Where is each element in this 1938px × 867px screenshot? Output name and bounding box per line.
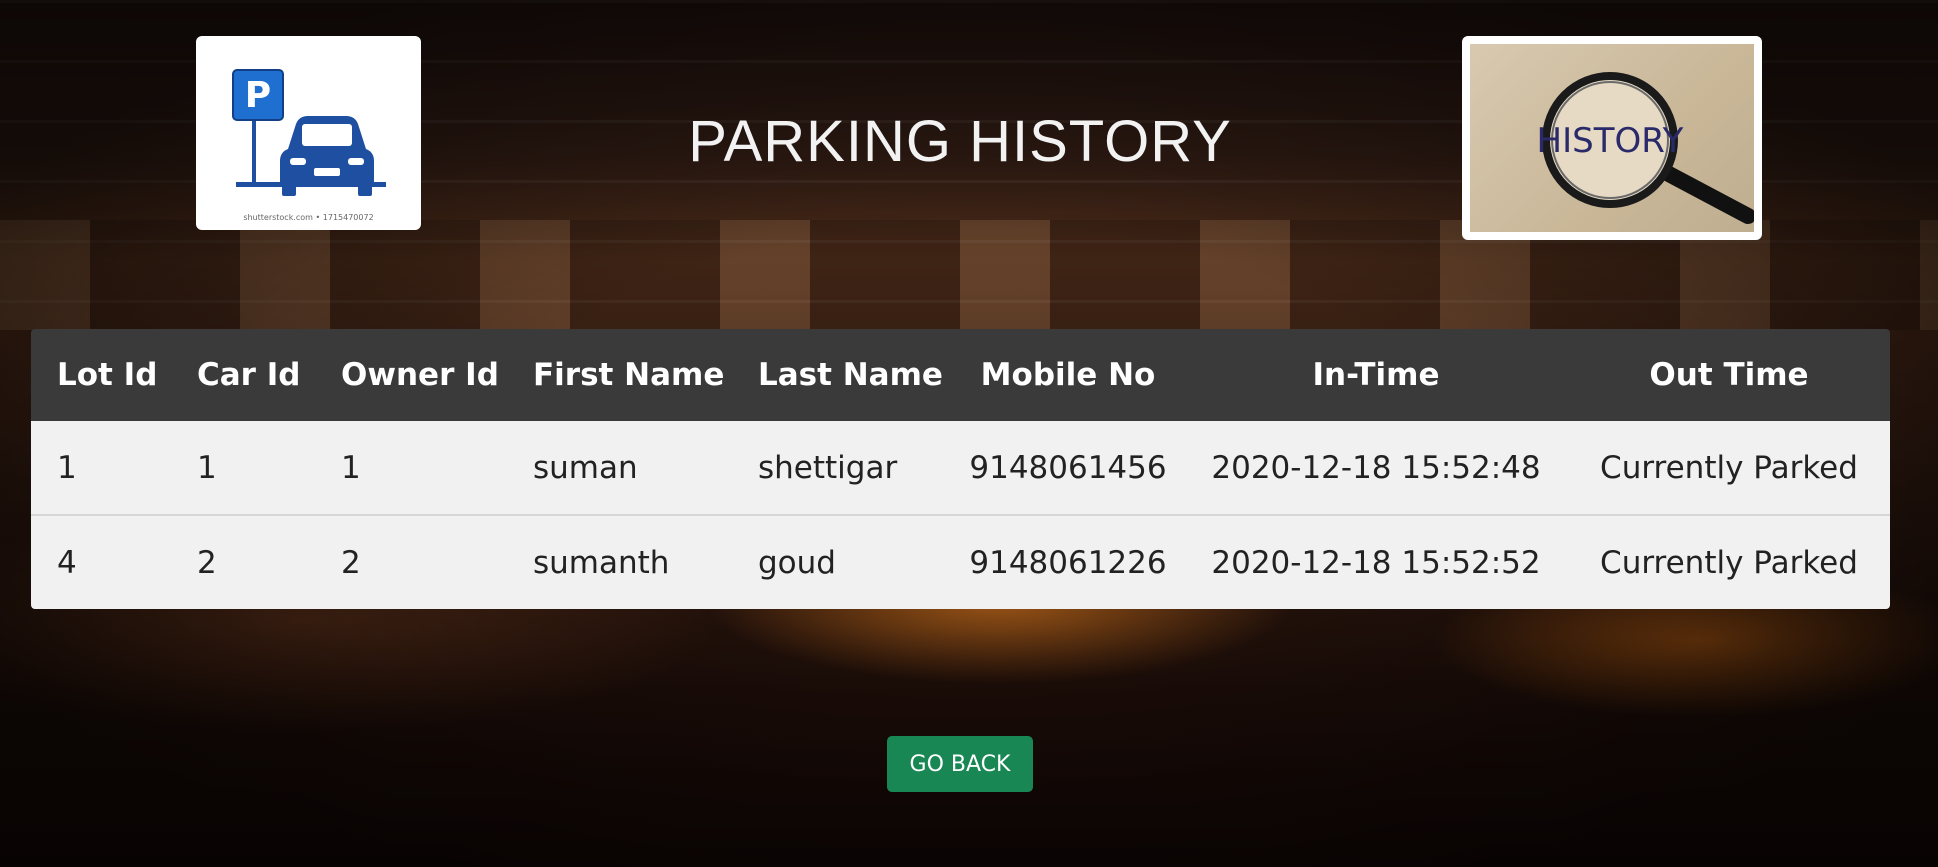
logo-caption: shutterstock.com • 1715470072: [243, 213, 374, 222]
parking-sign-letter: P: [245, 75, 271, 116]
history-image-background: HISTORY: [1470, 44, 1754, 232]
cell-mobile-no: 9148061226: [952, 514, 1184, 609]
cell-owner-id: 1: [341, 449, 361, 486]
table-row: 1 1 1 suman shettigar 9148061456 2020-12…: [31, 421, 1890, 515]
cell-mobile-no: 9148061456: [969, 449, 1167, 486]
col-car-id: Car Id: [197, 357, 301, 393]
cell-lot-id: 1: [57, 449, 77, 486]
parking-car-icon: P: [232, 69, 386, 196]
cell-in-time: 2020-12-18 15:52:48: [1211, 449, 1541, 486]
cell-last-name: goud: [732, 514, 952, 609]
cell-out-time: Currently Parked: [1568, 514, 1890, 609]
cell-first-name: sumanth: [507, 514, 732, 609]
col-mobile-no: Mobile No: [980, 357, 1156, 393]
history-table: Lot Id Car Id Owner Id First Name Last N…: [31, 329, 1890, 609]
table-row: 4 2 2 sumanth goud 9148061226 2020-12-18…: [31, 514, 1890, 609]
history-image: HISTORY: [1462, 36, 1762, 240]
cell-car-id: 1: [197, 449, 217, 486]
history-image-text: HISTORY: [1537, 121, 1684, 161]
cell-lot-id: 4: [31, 514, 171, 609]
col-in-time: In-Time: [1312, 357, 1440, 393]
go-back-button[interactable]: GO BACK: [887, 736, 1033, 792]
cell-last-name: shettigar: [758, 449, 898, 486]
col-lot-id: Lot Id: [57, 357, 158, 393]
cell-car-id: 2: [171, 514, 315, 609]
col-last-name: Last Name: [758, 357, 943, 393]
table-header-row: Lot Id Car Id Owner Id First Name Last N…: [31, 329, 1890, 421]
cell-out-time: Currently Parked: [1600, 449, 1858, 486]
cell-first-name: suman: [533, 449, 638, 486]
magnifying-glass-icon: HISTORY: [1537, 72, 1754, 224]
col-owner-id: Owner Id: [341, 357, 499, 393]
parking-history-table: Lot Id Car Id Owner Id First Name Last N…: [31, 329, 1890, 609]
col-out-time: Out Time: [1649, 357, 1809, 393]
col-first-name: First Name: [533, 357, 725, 393]
cell-in-time: 2020-12-18 15:52:52: [1184, 514, 1568, 609]
parking-logo: P shutterstock.com • 1715470072: [196, 36, 421, 230]
cell-owner-id: 2: [315, 514, 507, 609]
page-title: PARKING HISTORY: [688, 109, 1232, 174]
page-header: P shutterstock.com • 1715470072 PARKING …: [0, 0, 1938, 260]
